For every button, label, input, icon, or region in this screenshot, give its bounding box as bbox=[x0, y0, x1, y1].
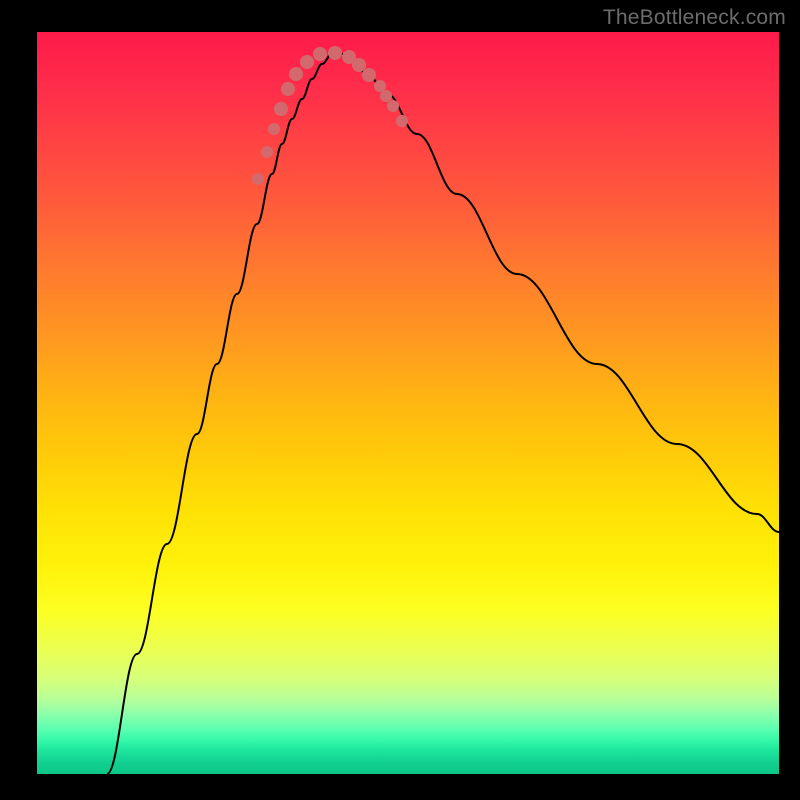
dot bbox=[387, 100, 399, 112]
dot bbox=[261, 146, 273, 158]
dot bbox=[268, 123, 280, 135]
chart-svg bbox=[37, 32, 779, 774]
dot bbox=[300, 55, 314, 69]
dot bbox=[281, 82, 295, 96]
dot bbox=[374, 80, 386, 92]
watermark-text: TheBottleneck.com bbox=[603, 6, 786, 30]
plot-area bbox=[37, 32, 779, 774]
dot bbox=[352, 58, 366, 72]
dot bbox=[362, 68, 376, 82]
bottleneck-curve bbox=[107, 54, 779, 774]
frame: TheBottleneck.com bbox=[0, 0, 800, 800]
dot bbox=[380, 90, 392, 102]
dot bbox=[274, 102, 288, 116]
dot bbox=[289, 67, 303, 81]
dot bbox=[328, 46, 342, 60]
dot bbox=[313, 47, 327, 61]
dot bbox=[396, 115, 408, 127]
dot bbox=[252, 173, 264, 185]
